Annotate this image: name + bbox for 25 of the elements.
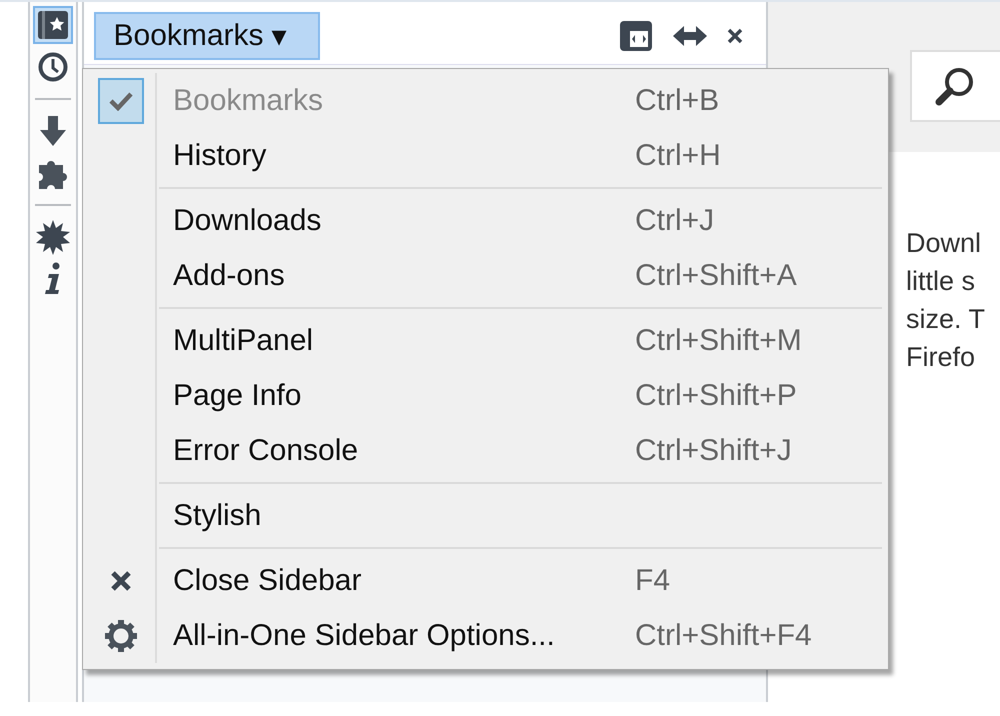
menu-item[interactable]: Stylish [83,488,888,543]
close-icon [109,568,133,592]
menu-item[interactable]: MultiPanel Ctrl+Shift+M [83,313,888,368]
menu-item[interactable]: Error Console Ctrl+Shift+J [83,423,888,478]
gear-icon [104,618,138,652]
star-book-icon [36,9,70,41]
clock-icon [36,51,69,83]
search-field[interactable] [910,50,1000,122]
menu-item[interactable]: History Ctrl+H [83,128,888,183]
article-text-line: Downl [906,227,982,260]
menu-item[interactable]: Add-ons Ctrl+Shift+A [83,248,888,303]
resize-arrows-icon[interactable] [672,24,708,48]
sidebar-title-dropdown[interactable]: Bookmarks ▾ [94,12,320,60]
menu-item[interactable]: Close Sidebar F4 [83,553,888,608]
close-icon[interactable] [726,27,744,45]
menu-item[interactable]: Downloads Ctrl+J [83,193,888,248]
sidebar-button[interactable] [32,6,73,44]
search-icon [934,65,976,107]
article-text-line: size. T [906,303,986,336]
article-text-line: little s [906,265,976,298]
article-text-line: Firefo [906,341,976,374]
burst-icon [34,219,71,255]
menu-item[interactable]: All-in-One Sidebar Options... Ctrl+Shift+F4 [83,608,888,663]
sidebar-window-icon[interactable] [618,19,654,53]
menu-item[interactable]: Page Info Ctrl+Shift+P [83,368,888,423]
